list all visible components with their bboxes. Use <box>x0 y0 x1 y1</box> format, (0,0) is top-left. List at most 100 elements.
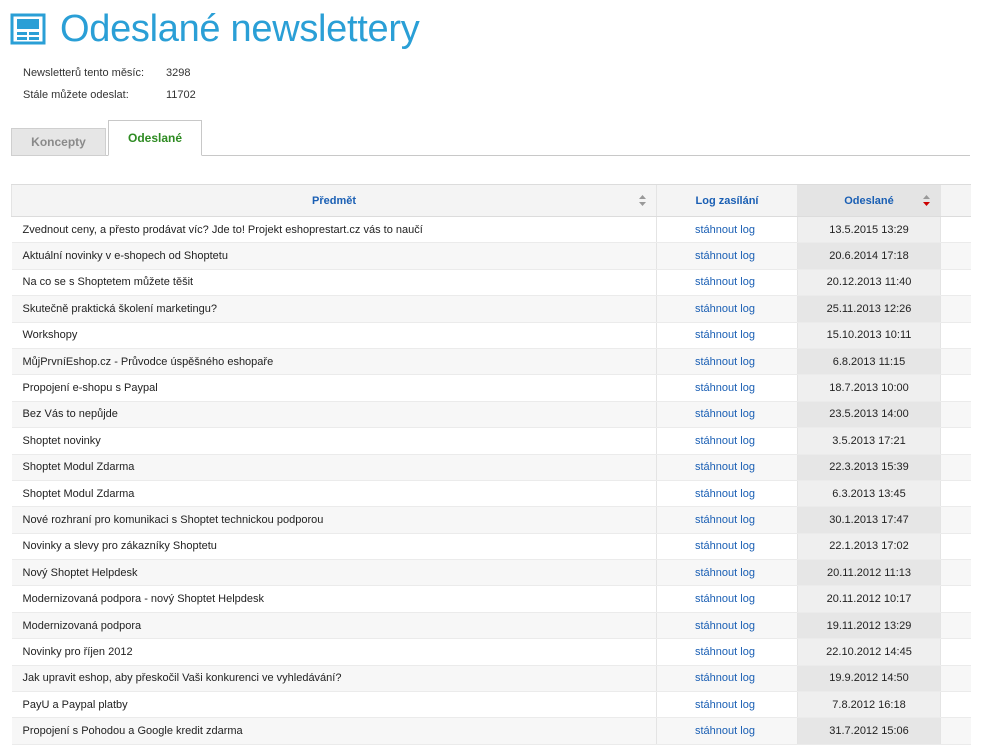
row-subject: Shoptet Modul Zdarma <box>11 454 657 481</box>
row-log-cell: stáhnout log <box>656 216 798 244</box>
row-subject: MůjPrvníEshop.cz - Průvodce úspěšného es… <box>11 348 657 376</box>
download-log-link[interactable]: stáhnout log <box>695 514 755 526</box>
row-sent-date: 22.1.2013 17:02 <box>797 533 941 561</box>
table-row: Aktuální novinky v e-shopech od Shoptetu… <box>11 242 971 270</box>
row-subject: Modernizovaná podpora <box>11 612 657 640</box>
row-log-cell: stáhnout log <box>656 585 798 613</box>
row-empty-cell <box>940 216 971 244</box>
row-log-cell: stáhnout log <box>656 322 798 349</box>
table-row: MůjPrvníEshop.cz - Průvodce úspěšného es… <box>11 348 971 376</box>
row-empty-cell <box>940 612 971 640</box>
row-empty-cell <box>940 533 971 561</box>
row-empty-cell <box>940 295 971 323</box>
row-subject: Novinky pro říjen 2012 <box>11 638 657 666</box>
download-log-link[interactable]: stáhnout log <box>695 224 755 236</box>
row-subject: Modernizovaná podpora - nový Shoptet Hel… <box>11 585 657 613</box>
table-row: Novinky pro říjen 2012 stáhnout log 22.10.… <box>11 638 971 666</box>
row-subject: Workshopy <box>11 322 657 349</box>
row-subject: Na co se s Shoptetem můžete těšit <box>11 269 657 297</box>
page-header: Odeslané newslettery <box>10 6 420 52</box>
download-log-link[interactable]: stáhnout log <box>695 672 755 684</box>
row-sent-date: 23.5.2013 14:00 <box>797 401 941 429</box>
row-empty-cell <box>940 691 971 719</box>
sent-newsletters-table: Předmět Log zasílání Odeslané Zvednout c… <box>11 184 971 745</box>
stat-row-this-month: Newsletterů tento měsíc: 3298 <box>23 62 196 84</box>
row-empty-cell <box>940 559 971 587</box>
row-sent-date: 6.3.2013 13:45 <box>797 480 941 508</box>
row-sent-date: 22.3.2013 15:39 <box>797 454 941 481</box>
row-sent-date: 7.8.2012 16:18 <box>797 691 941 719</box>
download-log-link[interactable]: stáhnout log <box>695 488 755 500</box>
sort-desc-icon <box>923 195 930 206</box>
download-log-link[interactable]: stáhnout log <box>695 435 755 447</box>
download-log-link[interactable]: stáhnout log <box>695 540 755 552</box>
row-subject: Zvednout ceny, a přesto prodávat víc? Jd… <box>11 216 657 244</box>
row-subject: Jak upravit eshop, aby přeskočil Vaši ko… <box>11 665 657 693</box>
column-header-subject[interactable]: Předmět <box>11 184 657 217</box>
table-row: Na co se s Shoptetem můžete těšit stáhnou… <box>11 269 971 297</box>
download-log-link[interactable]: stáhnout log <box>695 250 755 262</box>
newsletter-icon <box>10 13 46 45</box>
column-header-label: Odeslané <box>844 194 894 207</box>
table-row: Shoptet novinky stáhnout log 3.5.2013 17:2… <box>11 427 971 455</box>
row-log-cell: stáhnout log <box>656 559 798 587</box>
row-empty-cell <box>940 638 971 666</box>
row-subject: PayU a Paypal platby <box>11 691 657 719</box>
download-log-link[interactable]: stáhnout log <box>695 620 755 632</box>
table-row: Modernizovaná podpora - nový Shoptet Hel… <box>11 585 971 613</box>
table-row: Novinky a slevy pro zákazníky Shoptetu st… <box>11 533 971 561</box>
table-row: Nové rozhraní pro komunikaci s Shoptet t… <box>11 506 971 534</box>
tab-bar: Koncepty Odeslané <box>11 119 970 156</box>
download-log-link[interactable]: stáhnout log <box>695 646 755 658</box>
download-log-link[interactable]: stáhnout log <box>695 725 755 737</box>
column-header-empty <box>940 184 971 217</box>
table-row: Modernizovaná podpora stáhnout log 19.11.2… <box>11 612 971 640</box>
table-row: Nový Shoptet Helpdesk stáhnout log 20.11.2… <box>11 559 971 587</box>
row-sent-date: 30.1.2013 17:47 <box>797 506 941 534</box>
row-sent-date: 19.9.2012 14:50 <box>797 665 941 693</box>
download-log-link[interactable]: stáhnout log <box>695 356 755 368</box>
table-row: Zvednout ceny, a přesto prodávat víc? Jd… <box>11 216 971 244</box>
table-row: Shoptet Modul Zdarma stáhnout log 6.3.2013… <box>11 480 971 508</box>
column-header-label: Log zasílání <box>695 194 759 207</box>
row-sent-date: 25.11.2013 12:26 <box>797 295 941 323</box>
row-empty-cell <box>940 401 971 429</box>
download-log-link[interactable]: stáhnout log <box>695 276 755 288</box>
row-subject: Bez Vás to nepůjde <box>11 401 657 429</box>
download-log-link[interactable]: stáhnout log <box>695 408 755 420</box>
table-row: Jak upravit eshop, aby přeskočil Vaši ko… <box>11 665 971 693</box>
row-log-cell: stáhnout log <box>656 612 798 640</box>
download-log-link[interactable]: stáhnout log <box>695 593 755 605</box>
row-sent-date: 20.6.2014 17:18 <box>797 242 941 270</box>
row-empty-cell <box>940 242 971 270</box>
row-subject: Aktuální novinky v e-shopech od Shoptetu <box>11 242 657 270</box>
stat-label: Stále můžete odeslat: <box>23 89 129 101</box>
row-empty-cell <box>940 374 971 402</box>
row-sent-date: 22.10.2012 14:45 <box>797 638 941 666</box>
row-log-cell: stáhnout log <box>656 269 798 297</box>
row-empty-cell <box>940 269 971 297</box>
row-sent-date: 3.5.2013 17:21 <box>797 427 941 455</box>
download-log-link[interactable]: stáhnout log <box>695 303 755 315</box>
row-log-cell: stáhnout log <box>656 717 798 745</box>
download-log-link[interactable]: stáhnout log <box>695 382 755 394</box>
row-empty-cell <box>940 480 971 508</box>
download-log-link[interactable]: stáhnout log <box>695 699 755 711</box>
tab-odeslane[interactable]: Odeslané <box>108 120 202 156</box>
download-log-link[interactable]: stáhnout log <box>695 329 755 341</box>
row-log-cell: stáhnout log <box>656 401 798 429</box>
column-header-sent[interactable]: Odeslané <box>797 184 941 217</box>
row-subject: Skutečně praktická školení marketingu? <box>11 295 657 323</box>
table-row: Propojení s Pohodou a Google kredit zdar… <box>11 717 971 745</box>
row-empty-cell <box>940 322 971 349</box>
download-log-link[interactable]: stáhnout log <box>695 461 755 473</box>
tab-koncepty[interactable]: Koncepty <box>11 128 106 156</box>
table-row: Skutečně praktická školení marketingu? st… <box>11 295 971 323</box>
table-row: Bez Vás to nepůjde stáhnout log 23.5.2013 … <box>11 401 971 429</box>
row-sent-date: 18.7.2013 10:00 <box>797 374 941 402</box>
table-row: Propojení e-shopu s Paypal stáhnout log 18… <box>11 374 971 402</box>
row-subject: Shoptet novinky <box>11 427 657 455</box>
download-log-link[interactable]: stáhnout log <box>695 567 755 579</box>
column-header-log[interactable]: Log zasílání <box>656 184 798 217</box>
row-log-cell: stáhnout log <box>656 242 798 270</box>
